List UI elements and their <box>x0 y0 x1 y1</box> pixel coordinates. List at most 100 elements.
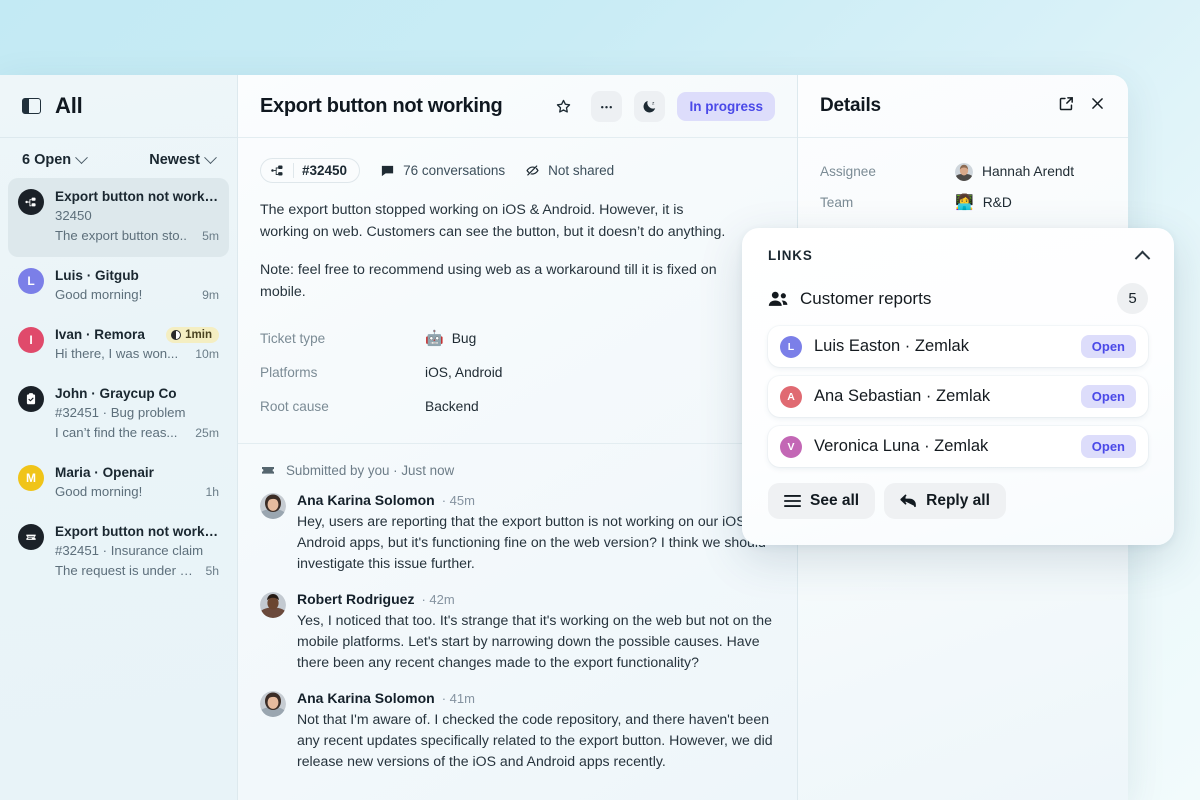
panel-toggle-icon[interactable] <box>22 98 41 114</box>
ticket-attributes: Ticket type 🤖 Bug Platforms iOS, Android Root… <box>238 303 797 423</box>
ticket-icon <box>262 467 274 474</box>
chevron-up-icon[interactable] <box>1134 250 1151 267</box>
conversation-title: Luis · Gitgub <box>55 268 139 283</box>
team-emoji-icon: 👩‍💻 <box>955 194 974 211</box>
submitted-text: Submitted by you · Just now <box>286 462 455 478</box>
sitemap-icon <box>18 189 44 215</box>
customer-reports-label: Customer reports <box>800 288 932 308</box>
linked-report-status-badge[interactable]: Open <box>1080 435 1136 458</box>
links-popover: LINKS Customer reports 5 L Luis Easton · … <box>742 228 1174 545</box>
conversation-footer: Good morning! 9m <box>55 285 219 305</box>
detail-row: Team 👩‍💻 R&D <box>820 187 1106 218</box>
conversation-timestamp: 25m <box>195 426 219 440</box>
links-heading: LINKS <box>768 248 813 263</box>
conversation-item-body: Export button not working #32451 · Insura… <box>55 523 219 581</box>
main-panel: Export button not working z In progress <box>238 75 798 800</box>
conversation-title: Ivan · Remora <box>55 327 145 342</box>
sidebar-filters: 6 Open Newest <box>0 138 237 178</box>
reply-all-button[interactable]: Reply all <box>884 483 1006 519</box>
ticket-id: #32450 <box>302 163 348 178</box>
close-icon[interactable] <box>1089 95 1106 117</box>
svg-text:z: z <box>652 101 655 106</box>
page-title: Export button not working <box>260 94 503 117</box>
attribute-value[interactable]: Backend <box>425 399 479 414</box>
conversation-item[interactable]: John · Graycup Co #32451 · Bug problem I c… <box>8 375 229 454</box>
message-text: Yes, I noticed that too. It's strange th… <box>297 612 772 670</box>
ticket-icon <box>18 524 44 550</box>
conversation-timestamp: 10m <box>195 347 219 361</box>
avatar <box>260 592 286 618</box>
avatar: L <box>780 335 802 358</box>
main-scroll-area[interactable]: #32450 76 conversations Not shared The e… <box>238 138 797 800</box>
conversation-item[interactable]: Export button not working 32450 The export… <box>8 178 229 257</box>
sidebar: All 6 Open Newest Export button not work… <box>0 75 238 800</box>
conversation-item[interactable]: Export button not working #32451 · Insura… <box>8 513 229 592</box>
conversation-footer: The export button sto.. 5m <box>55 226 219 246</box>
message-header: Ana Karina Solomon · 41m <box>297 690 775 706</box>
ticket-meta-row: #32450 76 conversations Not shared <box>238 138 797 183</box>
conversation-preview: I can’t find the reas... <box>55 425 178 440</box>
conversation-preview: Good morning! <box>55 287 143 302</box>
linked-report-item[interactable]: L Luis Easton · Zemlak Open <box>768 326 1148 367</box>
linked-report-status-badge[interactable]: Open <box>1080 335 1136 358</box>
links-actions: See all Reply all <box>768 483 1148 519</box>
conversation-preview: Good morning! <box>55 484 143 499</box>
conversation-item[interactable]: L Luis · Gitgub Good morning! 9m <box>8 257 229 316</box>
conversation-item-body: Ivan · Remora 1min Hi there, I was won... 1… <box>55 326 219 364</box>
conversation-item[interactable]: I Ivan · Remora 1min Hi there, I was won...… <box>8 316 229 375</box>
snooze-moon-icon[interactable]: z <box>634 90 666 122</box>
message-timestamp: · 42m <box>421 592 455 607</box>
people-icon <box>768 291 788 306</box>
attribute-value[interactable]: 🤖 Bug <box>425 331 476 346</box>
message-list: Ana Karina Solomon · 45m Hey, users are re… <box>260 492 775 772</box>
detail-value[interactable]: 👩‍💻 R&D <box>955 195 1012 210</box>
linked-report-item[interactable]: V Veronica Luna · Zemlak Open <box>768 426 1148 467</box>
message-body: Ana Karina Solomon · 41m Not that I'm awar… <box>297 690 775 772</box>
conversation-subtitle: #32451 · Bug problem <box>55 405 186 420</box>
attribute-value[interactable]: iOS, Android <box>425 365 502 380</box>
message-text: Hey, users are reporting that the export… <box>297 513 774 571</box>
eye-off-icon <box>526 165 539 176</box>
external-link-icon[interactable] <box>1058 95 1075 117</box>
attribute-row: Ticket type 🤖 Bug <box>260 321 775 355</box>
sort-dropdown[interactable]: Newest <box>149 150 217 168</box>
avatar: L <box>18 268 44 294</box>
shared-meta: Not shared <box>525 163 614 178</box>
details-header: Details <box>798 75 1128 138</box>
customer-reports-count: 5 <box>1117 283 1148 314</box>
linked-report-item[interactable]: A Ana Sebastian · Zemlak Open <box>768 376 1148 417</box>
links-header: LINKS <box>768 248 1151 267</box>
conversation-title-row: Luis · Gitgub <box>55 267 219 285</box>
attribute-key: Platforms <box>260 364 318 380</box>
ticket-id-chip[interactable]: #32450 <box>260 158 361 183</box>
linked-report-status-badge[interactable]: Open <box>1080 385 1136 408</box>
conversation-item-body: Luis · Gitgub Good morning! 9m <box>55 267 219 305</box>
attribute-row: Root cause Backend <box>260 389 775 423</box>
linked-report-name: Veronica Luna · Zemlak <box>814 437 989 455</box>
customer-reports-row: Customer reports 5 <box>768 283 1148 314</box>
conversation-list[interactable]: Export button not working 32450 The export… <box>0 178 237 800</box>
conversation-item[interactable]: M Maria · Openair Good morning! 1h <box>8 454 229 513</box>
conversation-footer: Hi there, I was won... 10m <box>55 344 219 364</box>
chip-divider <box>293 163 294 178</box>
conversation-timestamp: 5m <box>202 229 219 243</box>
conversation-item-body: Maria · Openair Good morning! 1h <box>55 464 219 502</box>
star-icon[interactable] <box>548 91 579 122</box>
message-body: Ana Karina Solomon · 45m Hey, users are re… <box>297 492 775 574</box>
message-text: Not that I'm aware of. I checked the cod… <box>297 711 773 769</box>
clipboard-check-icon <box>18 386 44 412</box>
attribute-value-text: iOS, Android <box>425 364 503 380</box>
message-author: Ana Karina Solomon <box>297 690 435 706</box>
avatar: I <box>18 327 44 353</box>
see-all-button[interactable]: See all <box>768 483 876 519</box>
linked-report-name: Luis Easton · Zemlak <box>814 337 969 355</box>
conversation-title-row: Export button not working <box>55 188 219 206</box>
conversation-title-row: Maria · Openair <box>55 464 219 482</box>
more-icon[interactable] <box>591 90 623 122</box>
status-badge[interactable]: In progress <box>677 91 775 121</box>
detail-value[interactable]: Hannah Arendt <box>955 162 1074 181</box>
avatar <box>260 493 286 519</box>
message: Ana Karina Solomon · 41m Not that I'm awar… <box>260 690 775 772</box>
open-filter-dropdown[interactable]: 6 Open <box>22 150 89 168</box>
attribute-row: Platforms iOS, Android <box>260 355 775 389</box>
